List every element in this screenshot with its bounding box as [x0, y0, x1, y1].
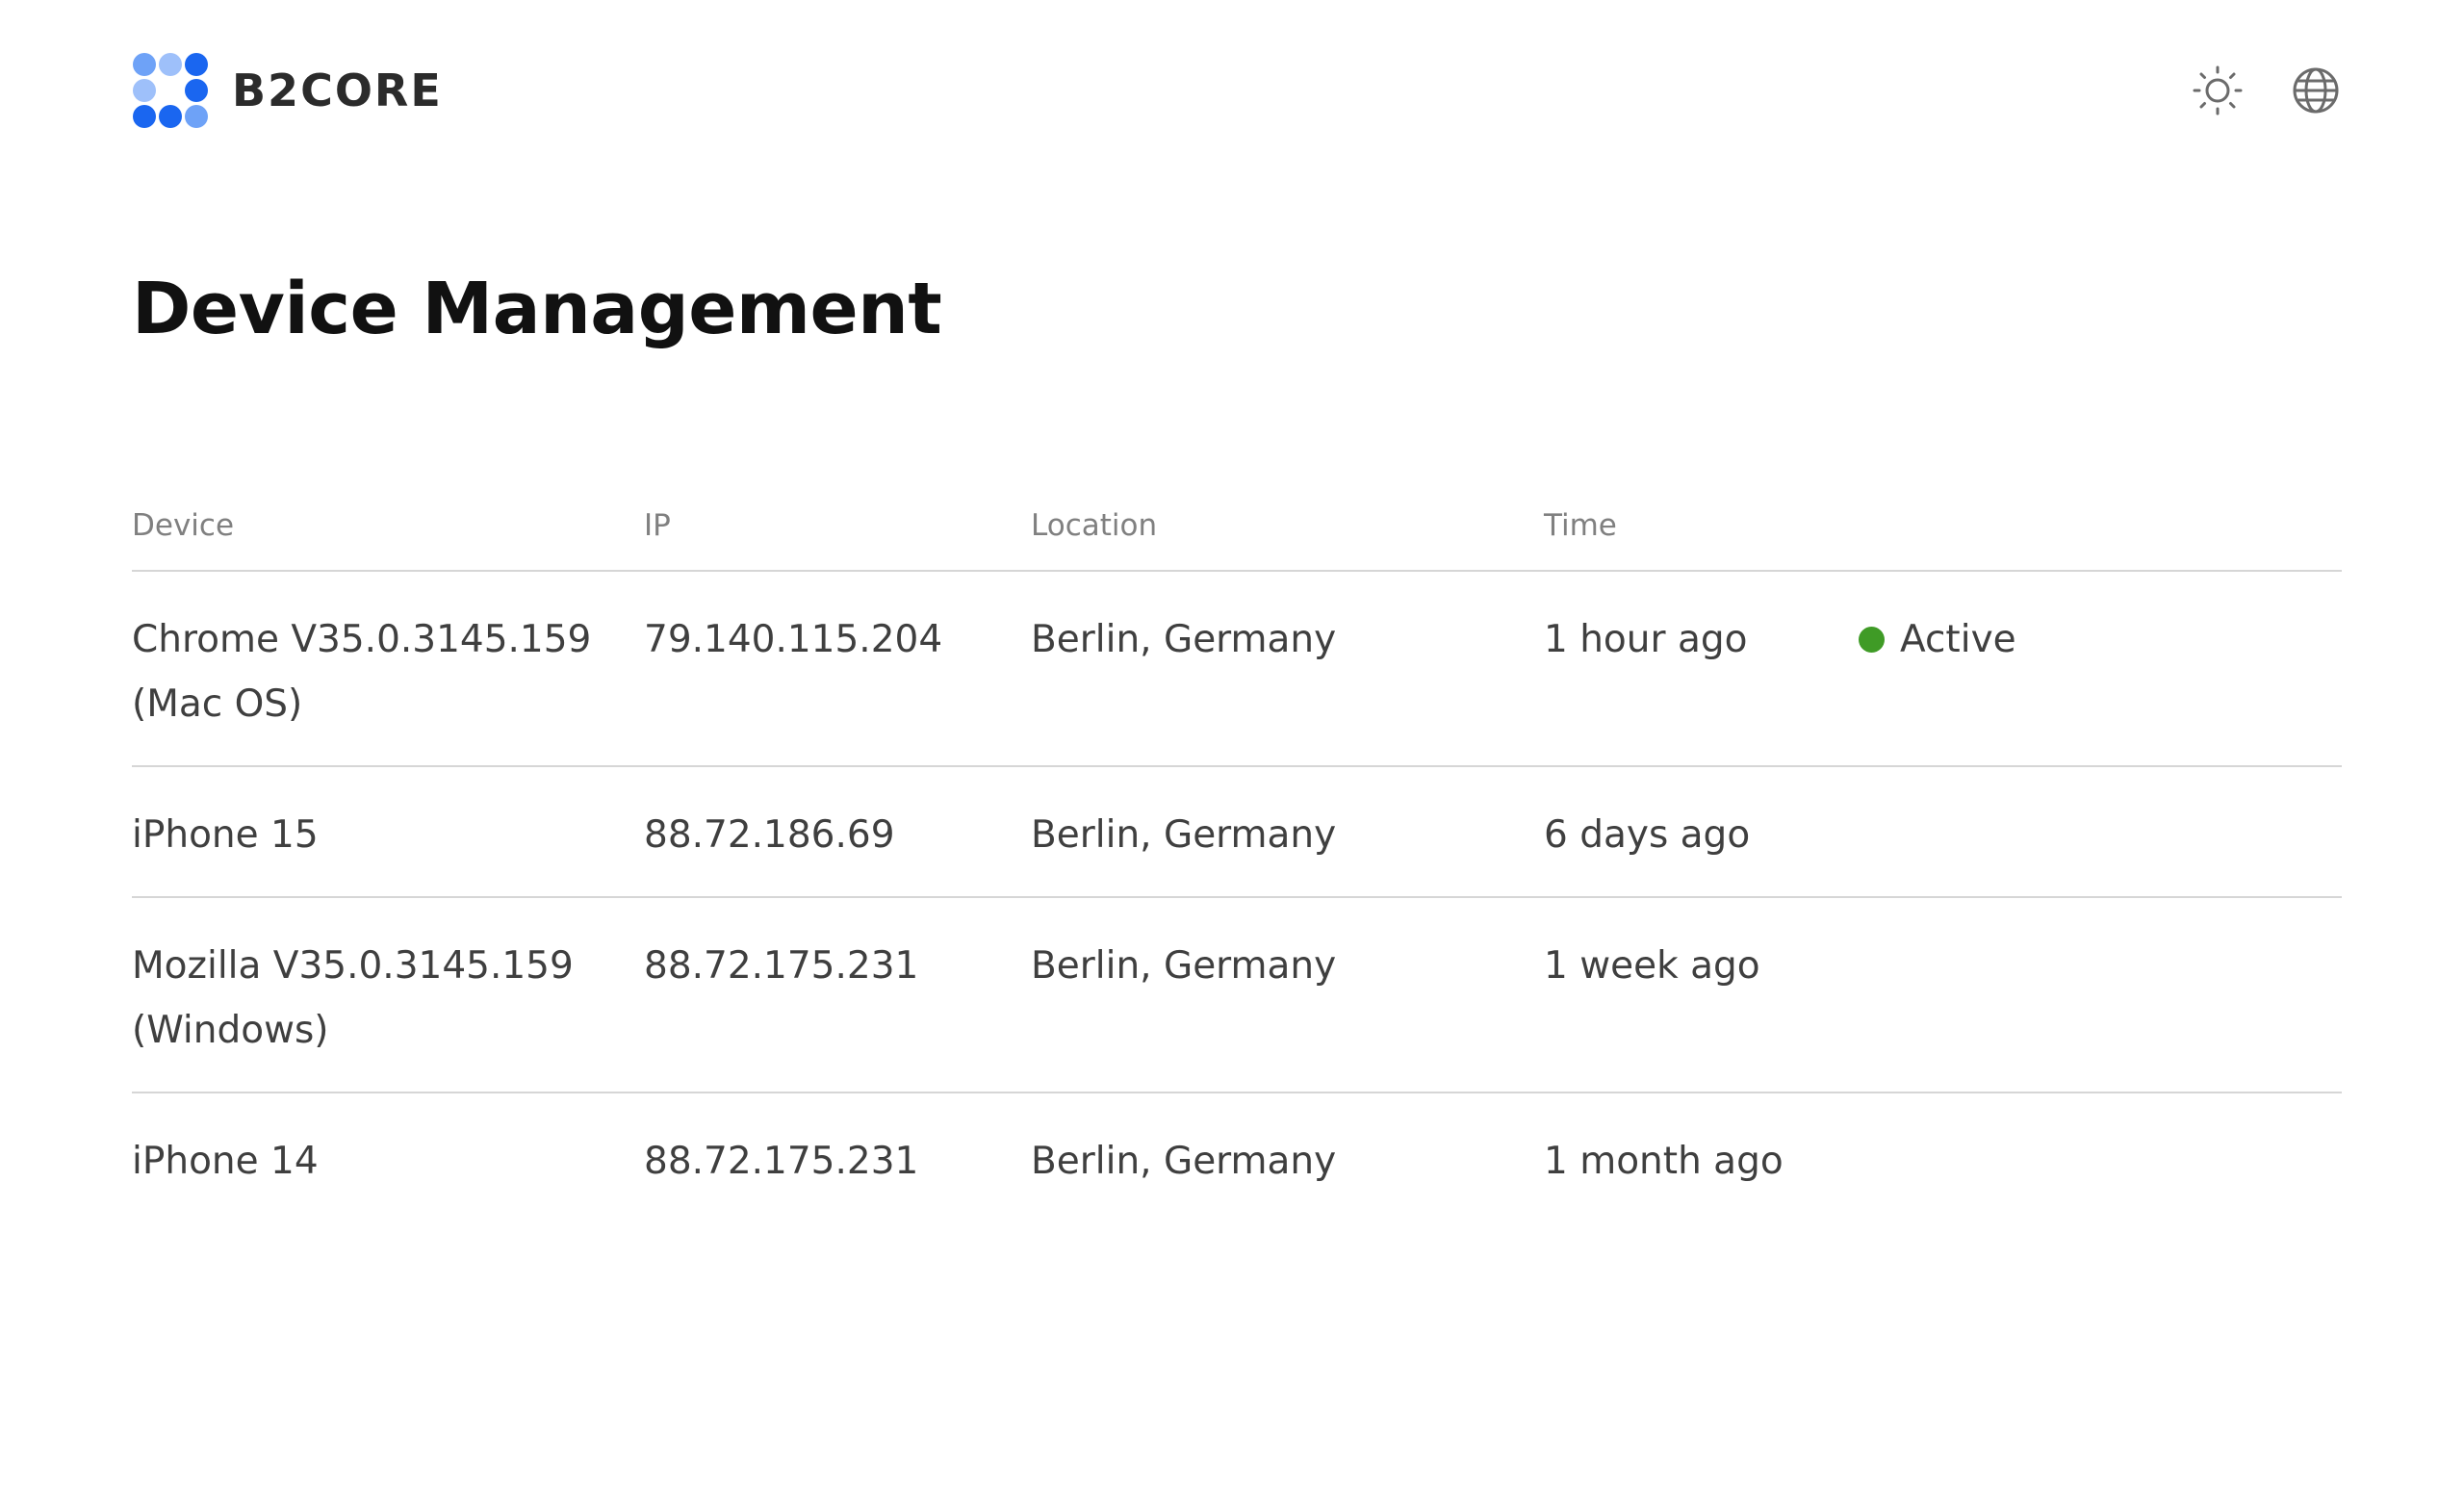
column-header-ip: IP — [644, 481, 1031, 572]
location-cell: Berlin, Germany — [1031, 897, 1544, 1093]
device-os: (Mac OS) — [132, 682, 303, 726]
language-button[interactable] — [2290, 64, 2342, 116]
app-header: B2CORE — [132, 52, 2342, 129]
device-name: Mozilla V35.0.3145.159 — [132, 944, 574, 988]
column-header-status — [1859, 481, 2342, 572]
table-row[interactable]: iPhone 14 88.72.175.231 Berlin, Germany … — [132, 1093, 2342, 1222]
brand-name: B2CORE — [232, 64, 443, 116]
ip-cell: 88.72.186.69 — [644, 766, 1031, 898]
header-actions — [2145, 64, 2342, 116]
status-cell — [1859, 1093, 2342, 1222]
column-header-location: Location — [1031, 481, 1544, 572]
table-row[interactable]: Chrome V35.0.3145.159 (Mac OS) 79.140.11… — [132, 571, 2342, 767]
location-cell: Berlin, Germany — [1031, 1140, 1337, 1183]
globe-icon — [2293, 67, 2339, 114]
status-cell: Active — [1859, 571, 2342, 767]
time-cell: 1 week ago — [1544, 897, 1859, 1093]
ip-cell: 88.72.175.231 — [644, 1140, 919, 1183]
device-name: iPhone 14 — [132, 1140, 319, 1183]
brand-logo[interactable]: B2CORE — [132, 52, 443, 129]
device-table: Device IP Location Time Chrome V35.0.314… — [132, 481, 2342, 1222]
device-name: Chrome V35.0.3145.159 — [132, 618, 592, 661]
column-header-device: Device — [132, 481, 644, 572]
device-os: (Windows) — [132, 1009, 329, 1052]
theme-toggle-button[interactable] — [2192, 64, 2244, 116]
logo-mark-icon — [133, 53, 208, 128]
sun-icon — [2193, 65, 2243, 116]
table-row[interactable]: iPhone 15 88.72.186.69 Berlin, Germany 6… — [132, 766, 2342, 898]
location-cell: Berlin, Germany — [1031, 571, 1544, 767]
status-label: Active — [1900, 618, 2016, 661]
device-cell: Chrome V35.0.3145.159 (Mac OS) — [132, 571, 644, 767]
device-name: iPhone 15 — [132, 813, 319, 857]
device-cell: iPhone 14 — [132, 1093, 644, 1222]
device-cell: iPhone 15 — [132, 766, 644, 898]
active-dot-icon — [1859, 627, 1885, 653]
status-cell — [1859, 897, 2342, 1093]
device-cell: Mozilla V35.0.3145.159 (Windows) — [132, 897, 644, 1093]
column-header-time: Time — [1544, 481, 1859, 572]
table-row[interactable]: Mozilla V35.0.3145.159 (Windows) 88.72.1… — [132, 897, 2342, 1093]
ip-cell: 79.140.115.204 — [644, 571, 1031, 767]
status-cell — [1859, 766, 2342, 898]
table-header-row: Device IP Location Time — [132, 481, 2342, 572]
time-cell: 6 days ago — [1544, 766, 1859, 898]
time-cell: 1 hour ago — [1544, 571, 1859, 767]
page-title: Device Management — [132, 268, 942, 350]
time-cell: 1 month ago — [1544, 1140, 1784, 1183]
ip-cell: 88.72.175.231 — [644, 897, 1031, 1093]
location-cell: Berlin, Germany — [1031, 766, 1544, 898]
status-badge: Active — [1859, 607, 2016, 672]
